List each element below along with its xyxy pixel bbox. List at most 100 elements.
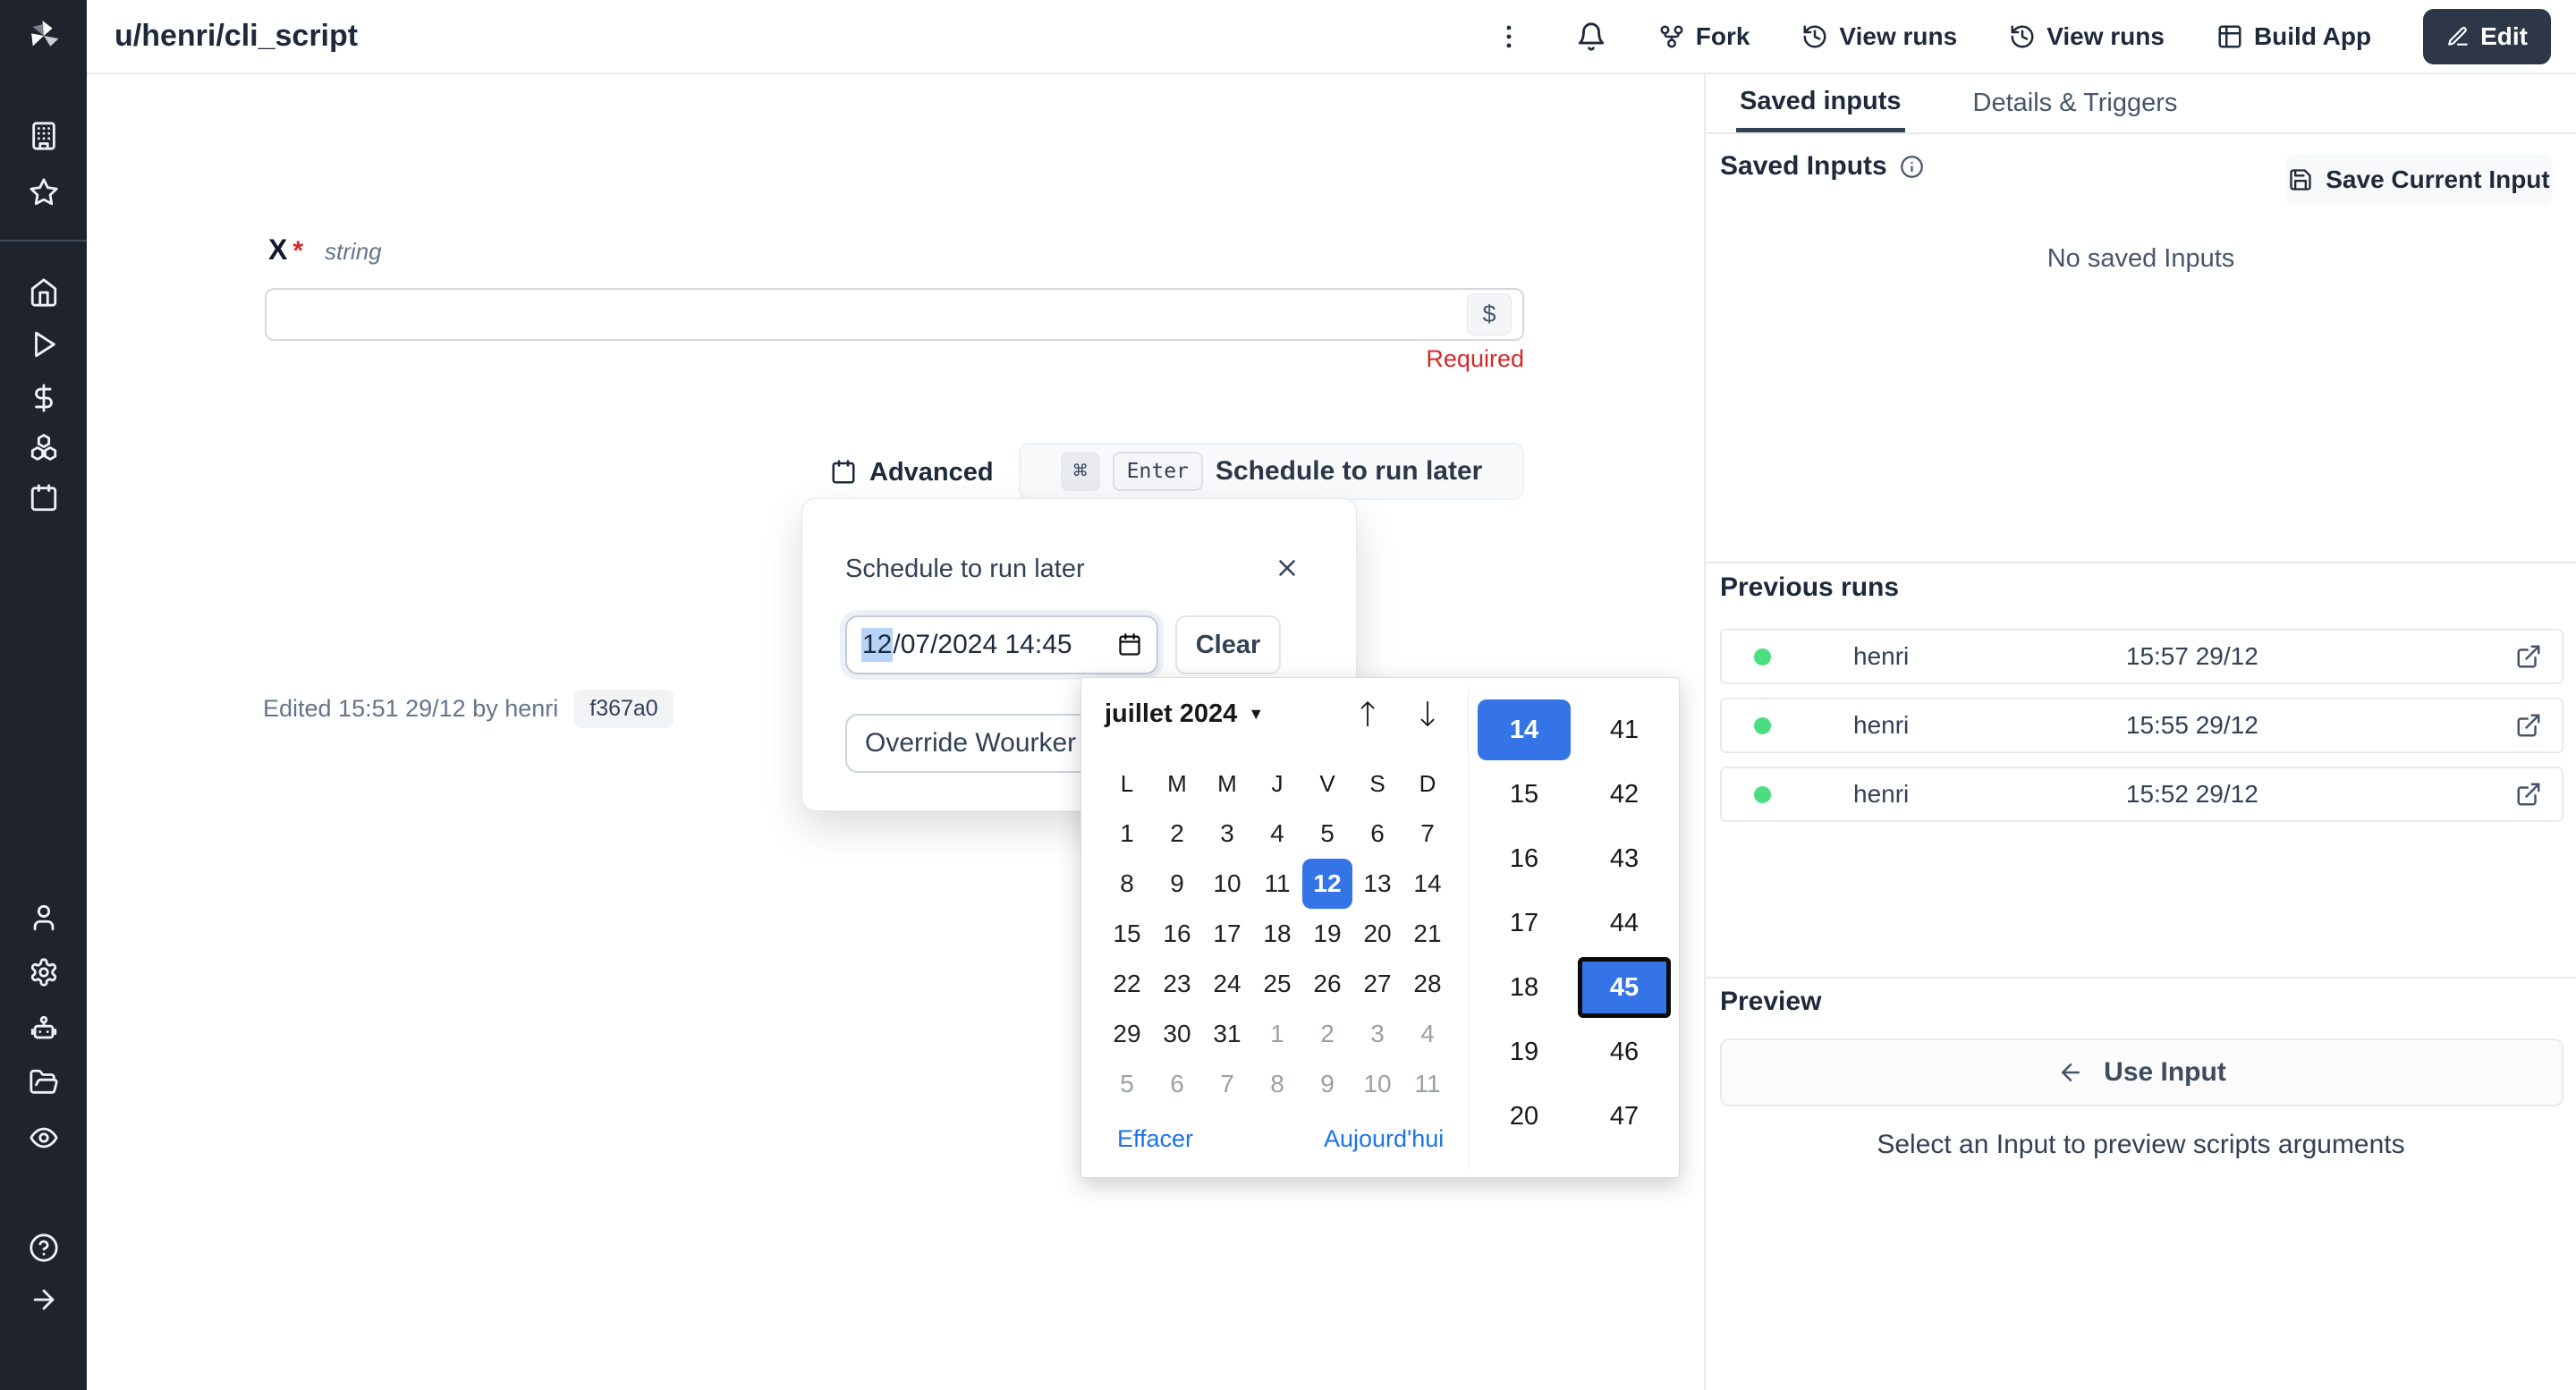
hour-option[interactable]: 19 xyxy=(1478,1021,1571,1082)
close-icon[interactable] xyxy=(1274,555,1301,581)
calendar-day[interactable]: 3 xyxy=(1202,809,1252,859)
sidebar-item-star-icon[interactable] xyxy=(29,177,59,208)
calendar-day[interactable]: 8 xyxy=(1102,859,1152,909)
sidebar-item-bot-icon[interactable] xyxy=(29,1013,59,1044)
calendar-day[interactable]: 31 xyxy=(1202,1009,1252,1059)
calendar-day[interactable]: 6 xyxy=(1152,1059,1202,1109)
calendar-day[interactable]: 14 xyxy=(1402,859,1453,909)
calendar-day[interactable]: 5 xyxy=(1302,809,1352,859)
calendar-day[interactable]: 9 xyxy=(1302,1059,1352,1109)
sidebar-item-help-circle-icon[interactable] xyxy=(29,1233,59,1263)
hour-option-selected[interactable]: 14 xyxy=(1478,699,1571,760)
calendar-day[interactable]: 1 xyxy=(1252,1009,1302,1059)
external-link-icon[interactable] xyxy=(2515,712,2542,739)
calendar-day[interactable]: 28 xyxy=(1402,959,1453,1009)
advanced-button[interactable]: Advanced xyxy=(830,450,994,495)
picker-clear-link[interactable]: Effacer xyxy=(1117,1125,1193,1153)
calendar-day[interactable]: 10 xyxy=(1202,859,1252,909)
dollar-toggle-button[interactable]: $ xyxy=(1467,293,1512,335)
calendar-day[interactable]: 18 xyxy=(1252,909,1302,959)
sidebar-item-folder-open-icon[interactable] xyxy=(29,1067,59,1098)
sidebar-item-calendar-icon[interactable] xyxy=(29,483,59,513)
calendar-day[interactable]: 8 xyxy=(1252,1059,1302,1109)
calendar-day[interactable]: 7 xyxy=(1202,1059,1252,1109)
use-input-button[interactable]: Use Input xyxy=(1720,1038,2563,1106)
version-hash-badge[interactable]: f367a0 xyxy=(574,690,673,728)
calendar-day[interactable]: 5 xyxy=(1102,1059,1152,1109)
datetime-input[interactable]: 12/07/2024 14:45 xyxy=(845,615,1158,674)
sidebar-item-play-icon[interactable] xyxy=(29,329,59,360)
topbar-action-view-runs[interactable]: View runs xyxy=(1801,22,1957,51)
sidebar-item-dollar-sign-icon[interactable] xyxy=(29,383,59,413)
external-link-icon[interactable] xyxy=(2515,781,2542,808)
notifications-bell-icon[interactable] xyxy=(1576,21,1606,52)
calendar-day[interactable]: 13 xyxy=(1352,859,1402,909)
calendar-day[interactable]: 25 xyxy=(1252,959,1302,1009)
calendar-picker-icon[interactable] xyxy=(1117,632,1142,657)
calendar-day[interactable]: 9 xyxy=(1152,859,1202,909)
calendar-day[interactable]: 15 xyxy=(1102,909,1152,959)
save-current-input-button[interactable]: Save Current Input xyxy=(2285,155,2553,205)
previous-run-row[interactable]: henri15:55 29/12 xyxy=(1720,698,2563,753)
minute-option[interactable]: 42 xyxy=(1578,764,1671,825)
hour-option[interactable]: 16 xyxy=(1478,828,1571,889)
schedule-to-run-later-button[interactable]: ⌘ Enter Schedule to run later xyxy=(1019,443,1524,500)
calendar-day[interactable]: 1 xyxy=(1102,809,1152,859)
calendar-day[interactable]: 16 xyxy=(1152,909,1202,959)
calendar-day[interactable]: 11 xyxy=(1402,1059,1453,1109)
calendar-day[interactable]: 21 xyxy=(1402,909,1453,959)
calendar-day[interactable]: 4 xyxy=(1252,809,1302,859)
hour-option[interactable]: 18 xyxy=(1478,957,1571,1018)
previous-run-row[interactable]: henri15:52 29/12 xyxy=(1720,767,2563,822)
minute-option[interactable]: 46 xyxy=(1578,1021,1671,1082)
next-month-arrow-icon[interactable]: ↓ xyxy=(1408,691,1447,739)
external-link-icon[interactable] xyxy=(2515,643,2542,670)
calendar-day-selected[interactable]: 12 xyxy=(1302,859,1352,909)
sidebar-item-building-icon[interactable] xyxy=(29,121,59,151)
windmill-logo-icon[interactable] xyxy=(23,15,64,56)
calendar-day[interactable]: 17 xyxy=(1202,909,1252,959)
minute-option[interactable]: 43 xyxy=(1578,828,1671,889)
minute-option[interactable]: 44 xyxy=(1578,893,1671,954)
calendar-day[interactable]: 23 xyxy=(1152,959,1202,1009)
minute-option[interactable]: 47 xyxy=(1578,1086,1671,1147)
previous-month-arrow-icon[interactable]: ↑ xyxy=(1348,691,1387,739)
calendar-day[interactable]: 6 xyxy=(1352,809,1402,859)
edit-button[interactable]: Edit xyxy=(2423,9,2551,64)
calendar-day[interactable]: 22 xyxy=(1102,959,1152,1009)
calendar-day[interactable]: 4 xyxy=(1402,1009,1453,1059)
calendar-day[interactable]: 2 xyxy=(1302,1009,1352,1059)
calendar-day[interactable]: 30 xyxy=(1152,1009,1202,1059)
sidebar-item-home-icon[interactable] xyxy=(29,277,59,308)
calendar-day[interactable]: 2 xyxy=(1152,809,1202,859)
calendar-day[interactable]: 7 xyxy=(1402,809,1453,859)
calendar-day[interactable]: 19 xyxy=(1302,909,1352,959)
clear-button[interactable]: Clear xyxy=(1175,615,1281,674)
sidebar-item-arrow-right-icon[interactable] xyxy=(29,1284,59,1315)
kebab-menu-icon[interactable] xyxy=(1494,21,1524,52)
hour-option[interactable]: 15 xyxy=(1478,764,1571,825)
calendar-day[interactable]: 26 xyxy=(1302,959,1352,1009)
topbar-action-view-runs[interactable]: View runs xyxy=(2009,22,2165,51)
picker-today-link[interactable]: Aujourd'hui xyxy=(1324,1125,1444,1153)
minute-option-selected[interactable]: 45 xyxy=(1578,957,1671,1018)
info-icon[interactable] xyxy=(1900,155,1924,179)
sidebar-item-eye-icon[interactable] xyxy=(29,1123,59,1153)
tab-details-triggers[interactable]: Details & Triggers xyxy=(1970,74,2182,132)
calendar-day[interactable]: 10 xyxy=(1352,1059,1402,1109)
month-dropdown[interactable]: juillet 2024 ▼ xyxy=(1105,699,1264,729)
previous-run-row[interactable]: henri15:57 29/12 xyxy=(1720,629,2563,684)
topbar-action-fork[interactable]: Fork xyxy=(1658,22,1750,51)
hour-option[interactable]: 17 xyxy=(1478,893,1571,954)
calendar-day[interactable]: 3 xyxy=(1352,1009,1402,1059)
calendar-day[interactable]: 24 xyxy=(1202,959,1252,1009)
tab-saved-inputs[interactable]: Saved inputs xyxy=(1736,74,1905,132)
sidebar-item-settings-icon[interactable] xyxy=(29,957,59,987)
calendar-day[interactable]: 27 xyxy=(1352,959,1402,1009)
calendar-day[interactable]: 11 xyxy=(1252,859,1302,909)
hour-option[interactable]: 20 xyxy=(1478,1086,1571,1147)
calendar-day[interactable]: 20 xyxy=(1352,909,1402,959)
sidebar-item-boxes-icon[interactable] xyxy=(29,432,59,462)
x-string-input[interactable] xyxy=(265,288,1524,341)
minute-option[interactable]: 41 xyxy=(1578,699,1671,760)
